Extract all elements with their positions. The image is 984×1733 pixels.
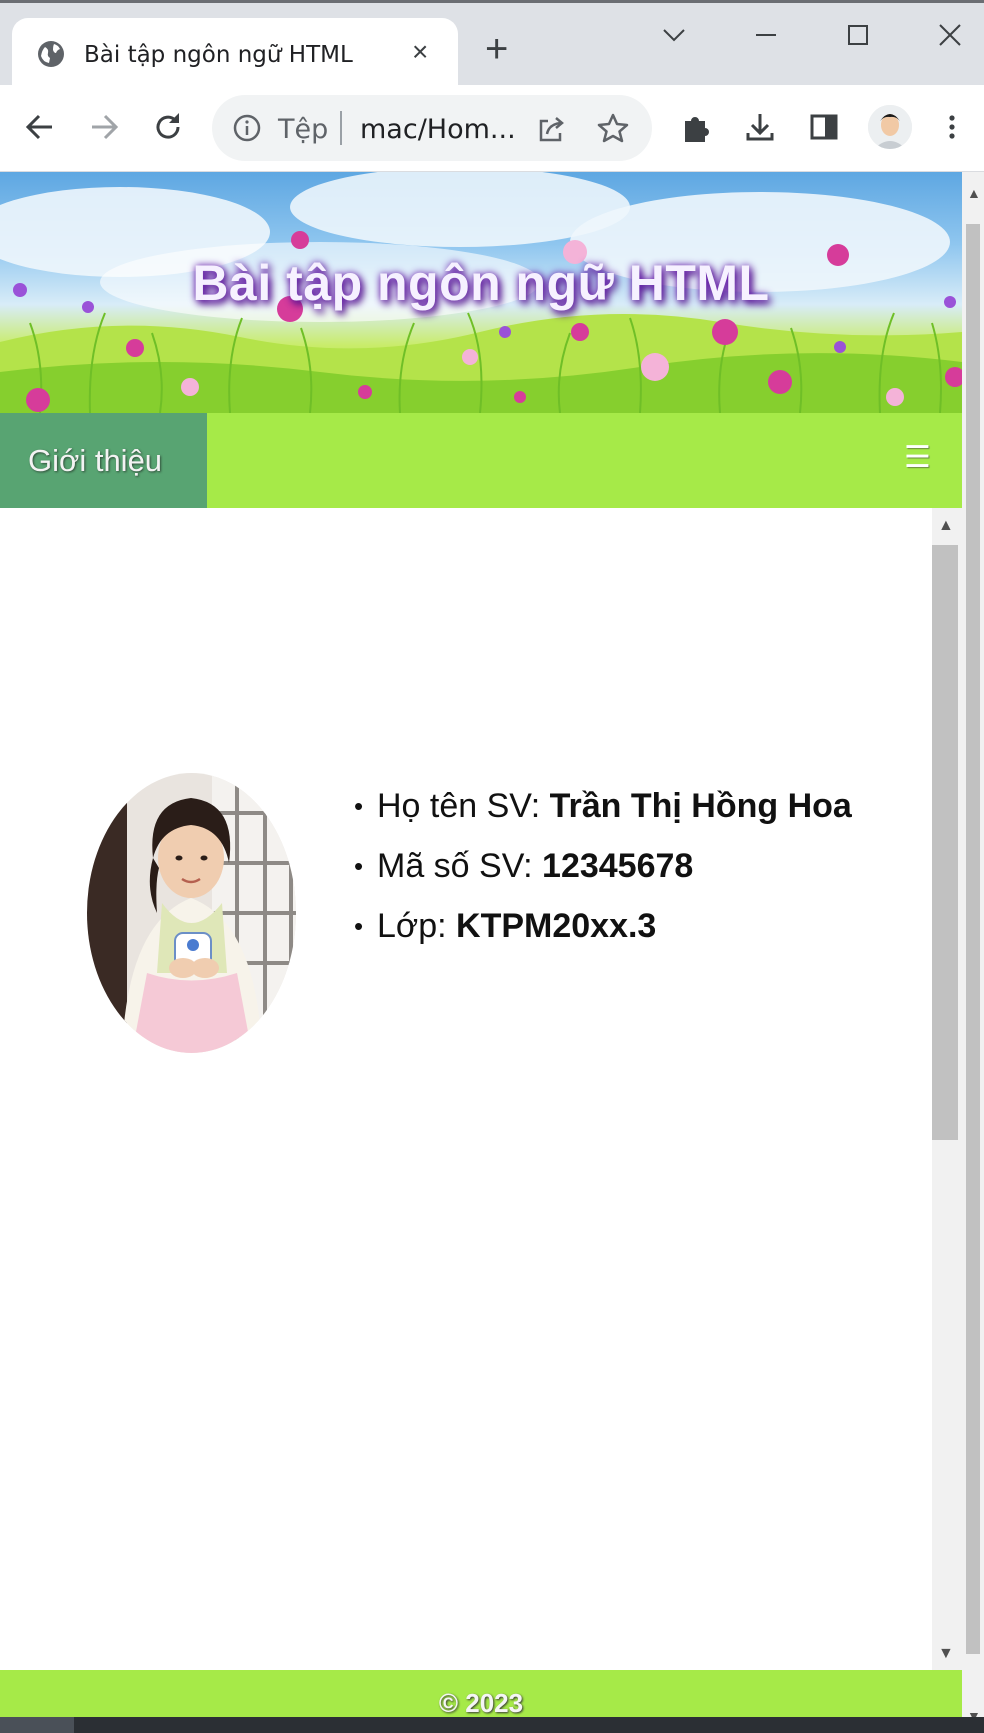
class-label: Lớp: (377, 907, 457, 945)
nav-item-label: Giới thiệu (28, 443, 163, 478)
profile-avatar[interactable] (868, 105, 912, 149)
class-value: KTPM20xx.3 (456, 907, 657, 945)
tab-close-button[interactable]: × (412, 38, 428, 66)
student-id-label: Mã số SV: (377, 847, 543, 885)
forward-arrow-icon[interactable] (84, 107, 124, 147)
browser-toolbar: Tệp mac/Hom... (0, 85, 984, 172)
top-navbar: Giới thiệu ☰ (0, 413, 962, 508)
url-scheme-label: Tệp (278, 114, 329, 145)
download-icon[interactable] (740, 107, 780, 147)
scroll-up-arrow-icon[interactable]: ▲ (938, 518, 954, 534)
address-bar[interactable]: Tệp mac/Hom... (212, 95, 652, 161)
student-photo-image (87, 773, 296, 1053)
avatar-image (868, 105, 912, 149)
info-icon[interactable] (232, 113, 262, 143)
student-photo (87, 773, 296, 1053)
url-text[interactable]: mac/Hom... (360, 114, 516, 145)
os-taskbar-edge (0, 1717, 984, 1733)
content-scrollbar-thumb[interactable] (932, 545, 958, 1140)
minimize-icon[interactable] (746, 15, 786, 55)
page-viewport: Bài tập ngôn ngữ HTML Giới thiệu ☰ • Họ … (0, 172, 984, 1733)
scroll-down-arrow-icon[interactable]: ▼ (938, 1646, 954, 1662)
extensions-icon[interactable] (676, 107, 716, 147)
name-value: Trần Thị Hồng Hoa (549, 787, 852, 825)
browser-titlebar: Bài tập ngôn ngữ HTML × + (0, 0, 984, 88)
maximize-icon[interactable] (838, 15, 878, 55)
nav-item-gioi-thieu[interactable]: Giới thiệu (0, 413, 207, 508)
new-tab-button[interactable]: + (485, 29, 508, 69)
name-label: Họ tên SV: (377, 787, 550, 825)
content-scrollbar[interactable]: ▲ ▼ (932, 508, 962, 1670)
close-window-icon[interactable] (930, 15, 970, 55)
list-item-class: Lớp: KTPM20xx.3 (354, 896, 852, 956)
student-id-value: 12345678 (542, 847, 694, 885)
taskbar-segment (0, 1717, 74, 1733)
main-content: Họ tên SV: Trần Thị Hồng Hoa Mã số SV: 1… (0, 508, 962, 1670)
page-scrollbar[interactable]: ▲ ▼ (962, 172, 984, 1733)
student-info-list: Họ tên SV: Trần Thị Hồng Hoa Mã số SV: 1… (354, 776, 852, 956)
share-icon[interactable] (534, 112, 568, 146)
back-arrow-icon[interactable] (20, 107, 60, 147)
browser-tab[interactable]: Bài tập ngôn ngữ HTML × (12, 18, 458, 88)
list-item-name: Họ tên SV: Trần Thị Hồng Hoa (354, 776, 852, 836)
url-separator (340, 111, 342, 145)
header-banner: Bài tập ngôn ngữ HTML (0, 172, 962, 413)
hamburger-menu-icon[interactable]: ☰ (904, 443, 931, 473)
list-item-student-id: Mã số SV: 12345678 (354, 836, 852, 896)
star-icon[interactable] (596, 111, 630, 145)
copyright-text: © 2023 (438, 1688, 524, 1718)
globe-icon (38, 41, 64, 67)
side-panel-icon[interactable] (804, 107, 844, 147)
page-scroll-up-arrow-icon[interactable]: ▲ (967, 186, 981, 200)
tab-search-chevron-icon[interactable] (654, 15, 694, 55)
reload-icon[interactable] (148, 107, 188, 147)
banner-title: Bài tập ngôn ngữ HTML (192, 255, 770, 311)
tab-title: Bài tập ngôn ngữ HTML (84, 42, 353, 68)
kebab-menu-icon[interactable] (932, 107, 972, 147)
page-scrollbar-thumb[interactable] (966, 224, 980, 1654)
